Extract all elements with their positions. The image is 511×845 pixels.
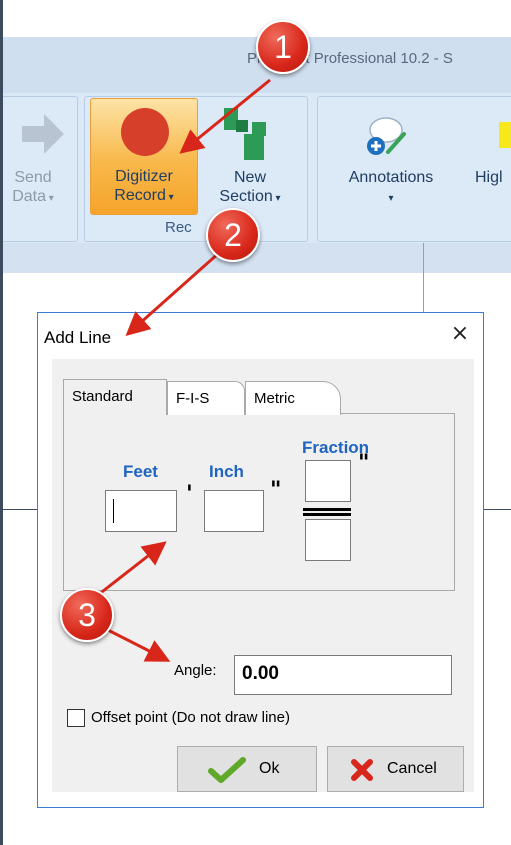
callout-arrow-3b bbox=[101, 625, 171, 662]
callout-arrows bbox=[97, 78, 271, 662]
callout-arrow-1 bbox=[179, 78, 271, 154]
callout-arrow-3a bbox=[97, 541, 167, 597]
callout-badge-1: 1 bbox=[256, 20, 310, 74]
callout-badge-2: 2 bbox=[206, 208, 260, 262]
callout-badge-3: 3 bbox=[60, 588, 114, 642]
callout-arrow-2 bbox=[125, 250, 221, 336]
